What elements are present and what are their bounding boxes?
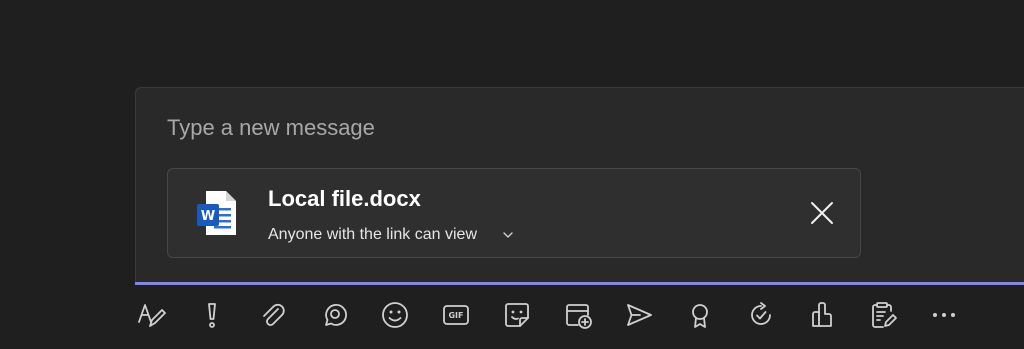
schedule-meeting-button[interactable]: [563, 300, 593, 330]
compose-box[interactable]: Type a new message W Local file.docx Any…: [135, 87, 1024, 285]
compose-toolbar: GIF: [136, 300, 990, 330]
format-icon: [138, 304, 166, 327]
chevron-down-icon: [503, 232, 513, 238]
emoji-button[interactable]: [380, 300, 410, 330]
attachment-card[interactable]: W Local file.docx Anyone with the link c…: [167, 168, 861, 258]
gif-icon: GIF: [443, 305, 469, 325]
update-icon: [751, 302, 771, 325]
gif-button[interactable]: GIF: [441, 300, 471, 330]
attach-icon: [263, 303, 285, 326]
message-input-placeholder[interactable]: Type a new message: [167, 115, 375, 141]
close-icon: [811, 202, 833, 224]
sharing-permission-dropdown[interactable]: Anyone with the link can view: [268, 226, 515, 244]
svg-text:W: W: [201, 209, 215, 224]
remove-attachment-button[interactable]: [808, 199, 836, 227]
sticker-icon: [505, 303, 529, 327]
important-icon: [208, 303, 216, 328]
format-button[interactable]: [136, 300, 166, 330]
important-button[interactable]: [197, 300, 227, 330]
word-doc-icon: W: [197, 191, 236, 235]
stream-icon: [627, 304, 652, 326]
forms-button[interactable]: [868, 300, 898, 330]
attachment-file-name[interactable]: Local file.docx: [268, 186, 421, 212]
approvals-icon: [812, 302, 832, 327]
more-options-button[interactable]: [929, 300, 959, 330]
praise-button[interactable]: [685, 300, 715, 330]
sticker-button[interactable]: [502, 300, 532, 330]
attach-button[interactable]: [258, 300, 288, 330]
loop-button[interactable]: [319, 300, 349, 330]
update-button[interactable]: [746, 300, 776, 330]
more-icon: [933, 313, 955, 317]
praise-icon: [692, 304, 708, 328]
approvals-button[interactable]: [807, 300, 837, 330]
stream-button[interactable]: [624, 300, 654, 330]
schedule-meeting-icon: [566, 304, 592, 329]
forms-icon: [872, 302, 897, 328]
loop-icon: [325, 304, 347, 326]
emoji-icon: [382, 302, 408, 328]
svg-text:GIF: GIF: [448, 311, 463, 320]
sharing-permission-label: Anyone with the link can view: [268, 226, 477, 243]
